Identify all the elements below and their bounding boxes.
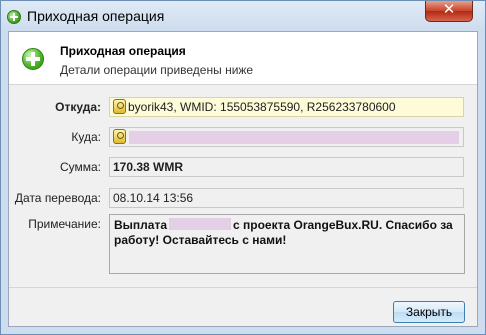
note-field[interactable]: Выплата с проекта OrangeBux.RU. Спасибо з… [109, 214, 465, 274]
window-close-button[interactable]: ✕ [425, 1, 473, 22]
note-label: Примечание: [28, 217, 101, 231]
wallet-icon [113, 129, 126, 144]
header-subtitle: Детали операции приведены ниже [60, 63, 254, 77]
add-circle-icon [22, 48, 44, 70]
from-label: Откуда: [55, 100, 101, 114]
amount-field[interactable]: 170.38 WMR [109, 157, 464, 177]
to-field[interactable] [109, 127, 464, 147]
date-label: Дата перевода: [14, 191, 101, 205]
redacted-wallet [129, 131, 459, 144]
header-title: Приходная операция [60, 44, 186, 58]
note-text-start: Выплата [114, 218, 168, 232]
window-title: Приходная операция [27, 8, 165, 24]
from-field[interactable]: byorik43, WMID: 155053875590, R256233780… [109, 97, 464, 117]
title-bar[interactable]: Приходная операция ✕ [1, 1, 485, 31]
redacted-amount [169, 218, 232, 230]
date-field[interactable]: 08.10.14 13:56 [109, 188, 464, 208]
wallet-icon [113, 99, 126, 114]
add-circle-icon [7, 10, 21, 24]
to-label: Куда: [71, 130, 101, 144]
dialog-body: Приходная операция Детали операции приве… [8, 31, 478, 327]
amount-label: Сумма: [59, 160, 101, 174]
dialog-window: Приходная операция ✕ Приходная операция … [0, 0, 486, 335]
footer-divider [9, 287, 477, 288]
dialog-header: Приходная операция Детали операции приве… [9, 32, 477, 85]
from-value: byorik43, WMID: 155053875590, R256233780… [128, 100, 396, 114]
close-button[interactable]: Закрыть [393, 301, 465, 323]
